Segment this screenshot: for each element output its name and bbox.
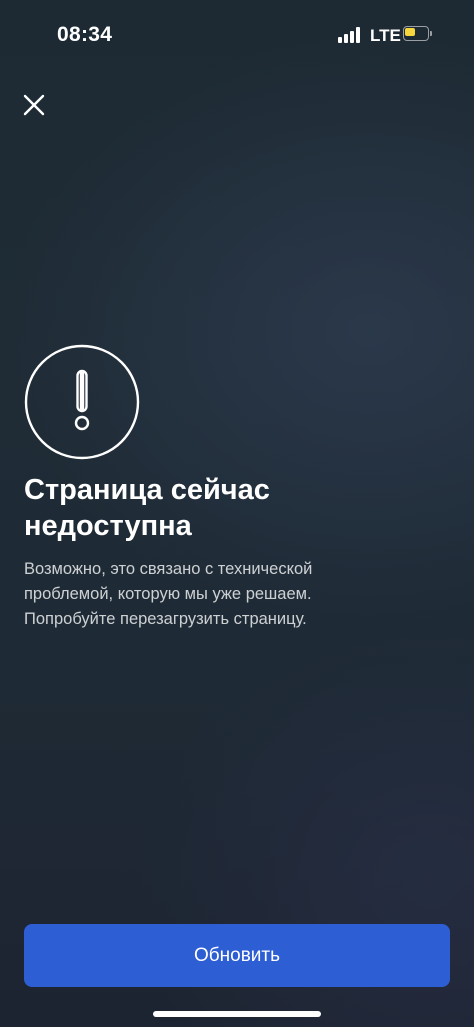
error-screen: 08:34 LTE Страница сейчас недоступна Воз…	[0, 0, 474, 1027]
error-message: Возможно, это связано с технической проб…	[24, 557, 454, 632]
error-message-line: Попробуйте перезагрузить страницу.	[24, 610, 307, 628]
network-type: LTE	[370, 26, 401, 45]
error-message-line: проблемой, которую мы уже решаем.	[24, 585, 312, 603]
error-title-line: Страница сейчас	[24, 474, 270, 506]
error-title-line: недоступна	[24, 510, 192, 542]
exclamation-circle-icon	[24, 344, 140, 460]
error-message-line: Возможно, это связано с технической	[24, 560, 313, 578]
cellular-signal-icon	[338, 27, 362, 43]
close-icon	[23, 94, 45, 116]
status-bar: 08:34 LTE	[0, 0, 474, 70]
battery-icon	[403, 26, 433, 41]
home-indicator[interactable]	[153, 1011, 321, 1017]
status-time: 08:34	[57, 23, 113, 46]
error-title: Страница сейчас недоступна	[24, 472, 444, 544]
close-button[interactable]	[14, 85, 54, 125]
refresh-button[interactable]: Обновить	[24, 924, 450, 987]
